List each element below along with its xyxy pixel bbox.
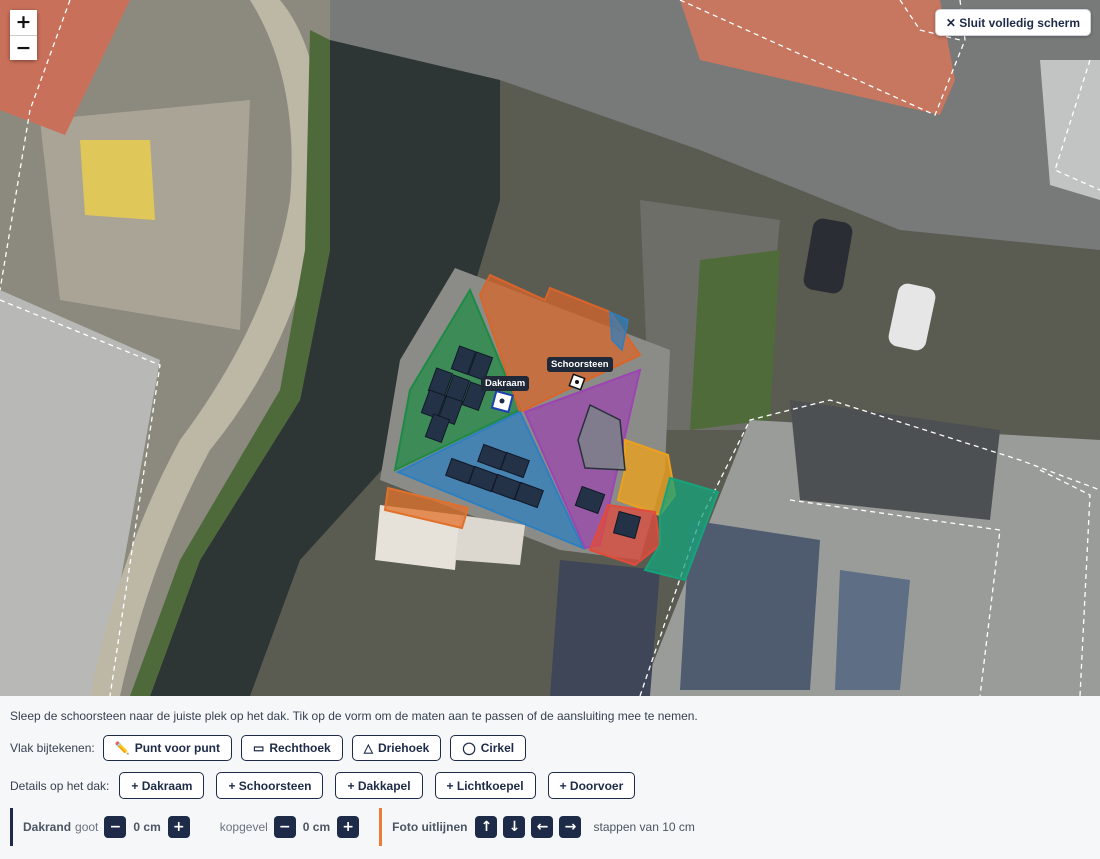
foto-title: Foto uitlijnen: [392, 820, 468, 834]
step-size-text: stappen van 10 cm: [593, 820, 695, 834]
draw-circle-label: Cirkel: [480, 741, 515, 755]
aerial-map[interactable]: Dakraam Schoorsteen + − ✕ Sluit volledig…: [0, 0, 1100, 696]
photo-down-button[interactable]: ↓: [503, 816, 526, 838]
add-doorvoer-button[interactable]: + Doorvoer: [547, 772, 636, 799]
control-panel: Sleep de schoorsteen naar de juiste plek…: [0, 696, 1100, 859]
draw-tools-row: Vlak bijtekenen: ✏️ Punt voor punt ▭ Rec…: [10, 735, 535, 761]
dakrand-title: Dakrand: [23, 820, 72, 834]
exit-fullscreen-button[interactable]: ✕ Sluit volledig scherm: [934, 9, 1091, 36]
draw-point-label: Punt voor punt: [134, 741, 221, 755]
instruction-text: Sleep de schoorsteen naar de juiste plek…: [10, 709, 698, 723]
add-lichtkoepel-button[interactable]: + Lichtkoepel: [434, 772, 536, 799]
goot-minus-button[interactable]: −: [104, 816, 127, 838]
dakraam-marker[interactable]: [490, 389, 514, 414]
kopgevel-value: 0 cm: [302, 820, 331, 834]
draw-tools-label: Vlak bijtekenen:: [10, 741, 95, 755]
goot-value: 0 cm: [133, 820, 161, 834]
triangle-icon: △: [363, 741, 373, 755]
foto-divider: [379, 808, 383, 846]
schoorsteen-marker-label: Schoorsteen: [547, 357, 613, 372]
circle-icon: ◯: [462, 741, 476, 755]
draw-triangle-label: Driehoek: [377, 741, 430, 755]
kopgevel-label: kopgevel: [219, 820, 268, 834]
details-label: Details op het dak:: [10, 778, 110, 793]
add-schoorsteen-button[interactable]: + Schoorsteen: [216, 772, 324, 799]
add-dakraam-button[interactable]: + Dakraam: [119, 772, 205, 799]
goot-label: goot: [75, 820, 99, 834]
zoom-control: + −: [10, 10, 37, 60]
kopgevel-plus-button[interactable]: +: [337, 816, 360, 838]
pencil-icon: ✏️: [114, 741, 130, 755]
draw-triangle-button[interactable]: △ Driehoek: [351, 735, 442, 761]
photo-left-button[interactable]: ←: [531, 816, 554, 838]
draw-rectangle-label: Rechthoek: [269, 741, 331, 755]
details-row: Details op het dak: + Dakraam + Schoorst…: [10, 772, 647, 799]
goot-plus-button[interactable]: +: [167, 816, 190, 838]
zoom-in-button[interactable]: +: [10, 10, 37, 35]
draw-point-button[interactable]: ✏️ Punt voor punt: [102, 735, 233, 761]
kopgevel-minus-button[interactable]: −: [273, 816, 296, 838]
draw-circle-button[interactable]: ◯ Cirkel: [450, 735, 527, 761]
draw-rectangle-button[interactable]: ▭ Rechthoek: [241, 735, 343, 761]
adjustments-row: Dakrand goot − 0 cm + kopgevel − 0 cm + …: [10, 808, 695, 846]
zoom-out-button[interactable]: −: [10, 35, 37, 60]
photo-right-button[interactable]: →: [559, 816, 582, 838]
photo-up-button[interactable]: ↑: [475, 816, 498, 838]
add-dakkapel-button[interactable]: + Dakkapel: [335, 772, 423, 799]
roof-drawing-layer[interactable]: [0, 0, 1100, 696]
dakraam-marker-label: Dakraam: [481, 376, 530, 391]
rectangle-icon: ▭: [253, 741, 265, 755]
dakrand-divider: [10, 808, 13, 846]
